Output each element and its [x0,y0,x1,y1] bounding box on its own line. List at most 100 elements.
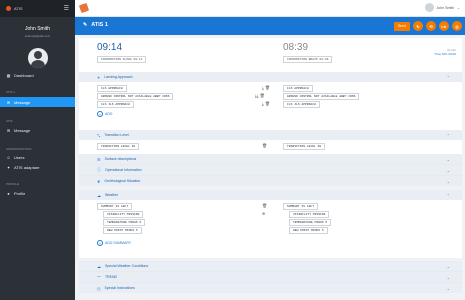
weather-chip[interactable]: SUMMARY IS LEFT [97,203,133,210]
refresh-button[interactable]: ↻ [413,21,423,31]
sidebar-item-label: ATIS adaptare [14,164,40,170]
landing-chip: GROUND CONTROL NOT AVAILABLE ABBY CRSS [283,93,360,100]
transition-chip[interactable]: TRANSITION LEVEL 60 [97,143,140,150]
weather-chip[interactable]: DEW POINT MINUS 5 [103,227,142,234]
section-title: Surface descriptions [104,157,137,161]
sidebar-section-profile: PROFILE [6,182,19,186]
undo-button[interactable]: ⟲ [426,21,436,31]
section-ornithological-situation[interactable]: ❦ Ornithological Situation ⌄ [79,176,462,186]
previous-info-label: INFORMATION BRAVO 08:39 [283,56,333,63]
page-titlebar: ✎ ATIS 1 Send ↻ ⟲ Ltr ◎ [75,17,465,35]
sidebar-header: ATIS ☰ [0,0,75,17]
title-actions: Send ↻ ⟲ Ltr ◎ [393,21,462,31]
list-icon: ☰ [97,156,101,162]
topbar: John Smith ⌄ [75,0,465,17]
time-card: 09:14 INFORMATION ALPHA 09:14 08:39 INFO… [79,38,462,72]
chevron-down-icon: ⌄ [457,5,460,10]
brand-logo-icon[interactable] [78,2,90,14]
avatar[interactable] [27,48,48,68]
weather-chip[interactable]: TEMPERATURE MINUS 5 [103,219,146,226]
add-label: ADD [105,112,113,116]
target-button[interactable]: ◎ [452,21,462,31]
sidebar-item-label: Profile [14,190,26,196]
download-trash-icons[interactable]: ⤓⤓ 🗑 [255,93,265,98]
sidebar-item-dashboard[interactable]: ▦ Dashboard [0,70,75,80]
landing-chip[interactable]: GROUND CONTROL NOT AVAILABLE ABBY CRSS [97,93,174,100]
add-label: ADD SUMMARY [105,241,132,245]
weather-chip: VISIBILITY MISSING [289,211,330,218]
section-title: Special Instructions [104,286,135,290]
message-icon: ✉ [6,99,11,105]
avatar [424,3,434,12]
chevron-down-icon[interactable]: ⌄ [447,179,450,184]
section-surface-descriptions[interactable]: ☰ Surface descriptions ⌄ [79,154,462,164]
chevron-up-icon[interactable]: ⌃ [447,75,450,80]
download-trash-icons[interactable]: ⤓ 🗑 [262,101,270,106]
section-operational-information[interactable]: ⓘ Operational Information ⌄ [79,165,462,175]
section-landing-approach[interactable]: ✈ Landing Approach ⌃ [79,72,462,82]
brand[interactable]: ATIS [6,6,23,11]
section-trend[interactable]: 〜 TREND ⌄ [79,272,462,282]
landing-approach-body: ILS APPROACH GROUND CONTROL NOT AVAILABL… [79,82,462,130]
weather-chip: DEW POINT MINUS 5 [289,227,328,234]
section-transition-level[interactable]: ⤡ Transition Level ⌃ [79,130,462,140]
previous-info: 08:39 INFORMATION BRAVO 08:39 [283,42,333,63]
download-trash-icons[interactable]: ⤓ 🗑 [262,85,270,90]
weather-chip: TEMPERATURE MINUS 5 [289,219,332,226]
landing-chip[interactable]: ILS APPROACH [97,85,127,92]
sidebar-section-administration: ADMINISTRATION [6,147,32,151]
chevron-up-icon[interactable]: ⌃ [447,193,450,198]
sidebar-item-atis-adaptare[interactable]: ✦ ATIS adaptare [0,162,75,172]
app-title: ATIS [14,6,23,11]
time-meta: ID abc Time NPL 09:00 [435,48,456,56]
dashboard-icon: ▦ [6,72,11,78]
trash-icon[interactable]: 🗑 [262,143,267,148]
logo-icon [6,6,11,11]
user-name: John Smith [24,26,50,32]
trash-icon[interactable]: 🗑 [262,203,267,208]
sidebar: ATIS ☰ John Smith example@atis.com ▦ Das… [0,0,75,300]
page-title: ✎ ATIS 1 [83,22,108,28]
weather-chip: SUMMARY IS LEFT [283,203,319,210]
chevron-down-icon[interactable]: ⌄ [447,286,450,291]
section-title: Transition Level [104,133,129,137]
add-summary-button[interactable]: + ADD SUMMARY [97,240,131,246]
time-meta-label: Time NPL 09:00 [434,52,456,56]
landing-chip: ILS APPROACH [283,85,313,92]
sidebar-item-message[interactable]: ✉ Message [0,125,75,135]
sidebar-item-message-active[interactable]: ✉ Message [0,97,75,107]
sidebar-item-users[interactable]: ☺ Users [0,152,75,162]
landing-chip[interactable]: ILS ILS APPROACH [97,101,134,108]
page-title-text: ATIS 1 [91,22,108,28]
message-icon: ✉ [6,127,11,133]
previous-time: 08:39 [283,42,309,53]
sidebar-item-label: Message [14,127,31,133]
section-title: Landing Approach [104,75,133,79]
sidebar-item-label: Message [14,99,31,105]
weather-body: SUMMARY IS LEFT VISIBILITY MISSING TEMPE… [79,200,462,258]
add-circle-icon[interactable]: ⊕ [262,211,265,216]
section-special-weather-conditions[interactable]: ☁ Special Weather Conditions ⌄ [79,261,462,271]
letter-button[interactable]: Ltr [439,21,449,31]
menu-icon[interactable]: ☰ [64,5,69,12]
clock-icon: ◷ [97,285,101,291]
weather-chip[interactable]: VISIBILITY MISSING [103,211,144,218]
plus-icon: + [97,240,103,246]
bird-icon: ❦ [97,178,101,184]
current-info-label: INFORMATION ALPHA 09:14 [97,56,147,63]
user-menu[interactable]: John Smith ⌄ [424,3,460,12]
send-button[interactable]: Send [393,21,410,31]
sidebar-item-label: Dashboard [14,72,34,78]
chevron-down-icon[interactable]: ⌄ [447,264,450,269]
chevron-down-icon[interactable]: ⌄ [447,157,450,162]
add-button[interactable]: + ADD [97,111,112,117]
section-title: Special Weather Conditions [105,264,149,268]
chevron-down-icon[interactable]: ⌄ [447,168,450,173]
chevron-down-icon[interactable]: ⌄ [447,275,450,280]
section-weather[interactable]: ☁ Weather ⌃ [79,190,462,200]
current-time: 09:14 [97,42,123,53]
user-email: example@atis.com [24,34,51,38]
chevron-up-icon[interactable]: ⌃ [447,133,450,138]
sidebar-item-profile[interactable]: ● Profile [0,188,75,198]
section-special-instructions[interactable]: ◷ Special Instructions ⌄ [79,283,462,293]
